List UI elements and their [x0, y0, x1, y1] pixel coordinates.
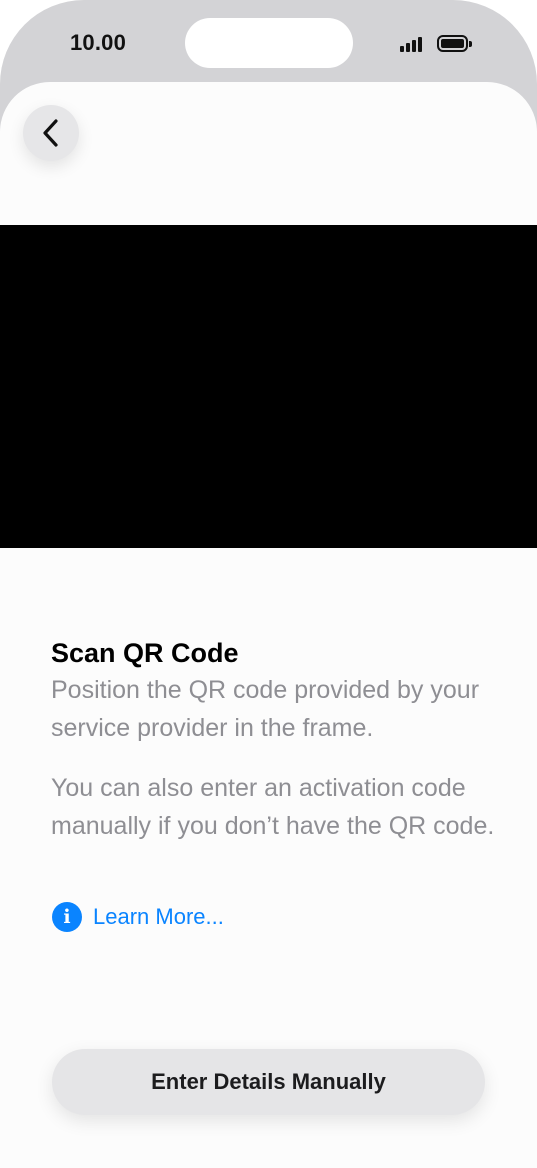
alternative-text: You can also enter an activation code ma…	[51, 774, 495, 840]
back-button[interactable]	[23, 105, 79, 161]
cellular-signal-icon	[400, 36, 428, 52]
enter-details-manually-button[interactable]: Enter Details Manually	[52, 1049, 485, 1115]
chevron-left-icon	[43, 119, 58, 147]
status-time: 10.00	[70, 30, 127, 55]
camera-viewfinder[interactable]	[0, 225, 537, 548]
learn-more-link[interactable]: i Learn More...	[52, 902, 224, 932]
instruction-text: Position the QR code provided by your se…	[51, 676, 480, 742]
battery-icon	[437, 35, 472, 52]
page-title: Scan QR Code	[51, 638, 239, 668]
info-icon: i	[52, 902, 82, 932]
scan-qr-screen: Scan QR Code Position the QR code provid…	[0, 82, 537, 1168]
learn-more-label: Learn More...	[93, 904, 224, 929]
dynamic-island	[185, 18, 353, 68]
device-frame: 10.00 Scan QR Code Position the QR code …	[0, 0, 537, 1168]
